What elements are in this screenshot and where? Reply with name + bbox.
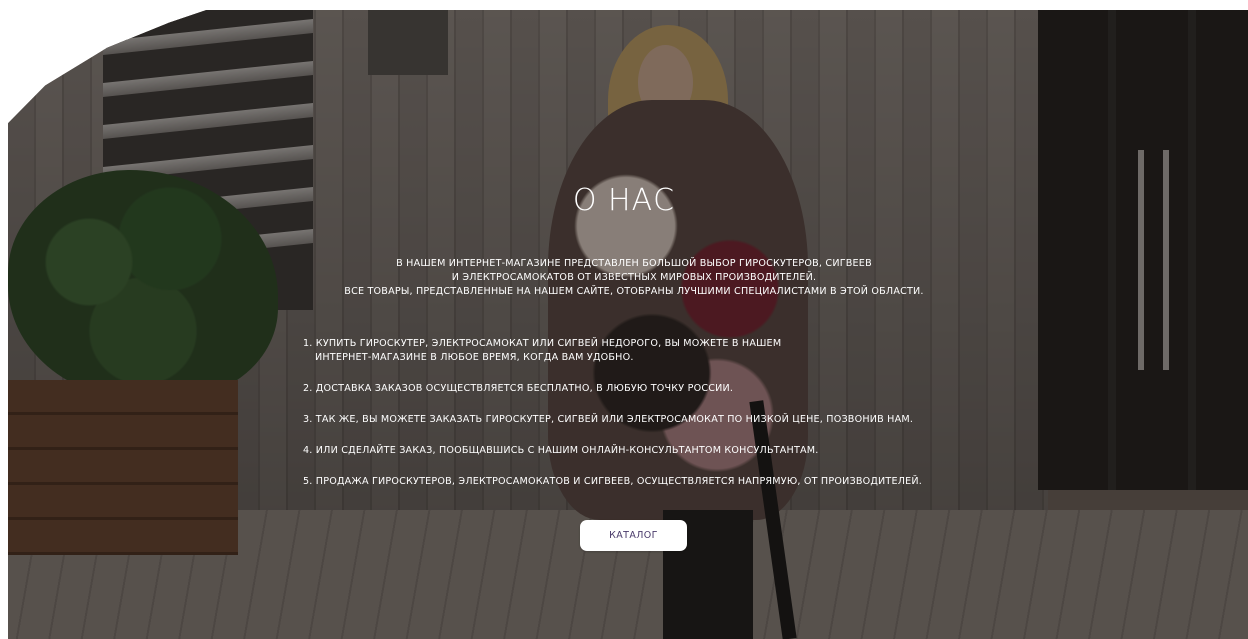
list-item: 4. ИЛИ СДЕЛАЙТЕ ЗАКАЗ, ПООБЩАВШИСЬ С НАШ… <box>303 444 983 458</box>
list-item: 2. ДОСТАВКА ЗАКАЗОВ ОСУЩЕСТВЛЯЕТСЯ БЕСПЛ… <box>303 382 983 396</box>
benefits-list: 1. КУПИТЬ ГИРОСКУТЕР, ЭЛЕКТРОСАМОКАТ ИЛИ… <box>303 337 983 506</box>
page-title: О НАС <box>572 183 676 218</box>
list-item-text: 4. ИЛИ СДЕЛАЙТЕ ЗАКАЗ, ПООБЩАВШИСЬ С НАШ… <box>303 445 819 456</box>
intro-text: В НАШЕМ ИНТЕРНЕТ-МАГАЗИНЕ ПРЕДСТАВЛЕН БО… <box>270 257 998 299</box>
about-content: О НАС В НАШЕМ ИНТЕРНЕТ-МАГАЗИНЕ ПРЕДСТАВ… <box>0 0 1248 639</box>
intro-line: ВСЕ ТОВАРЫ, ПРЕДСТАВЛЕННЫЕ НА НАШЕМ САЙТ… <box>344 286 924 297</box>
catalog-button[interactable]: КАТАЛОГ <box>580 520 687 551</box>
intro-line: И ЭЛЕКТРОСАМОКАТОВ ОТ ИЗВЕСТНЫХ МИРОВЫХ … <box>451 272 817 283</box>
list-item-text: ИНТЕРНЕТ-МАГАЗИНЕ В ЛЮБОЕ ВРЕМЯ, КОГДА В… <box>315 352 634 363</box>
list-item-text: 3. ТАК ЖЕ, ВЫ МОЖЕТЕ ЗАКАЗАТЬ ГИРОСКУТЕР… <box>303 414 914 425</box>
list-item: 1. КУПИТЬ ГИРОСКУТЕР, ЭЛЕКТРОСАМОКАТ ИЛИ… <box>303 337 983 365</box>
list-item-text: 2. ДОСТАВКА ЗАКАЗОВ ОСУЩЕСТВЛЯЕТСЯ БЕСПЛ… <box>303 383 734 394</box>
list-item: 3. ТАК ЖЕ, ВЫ МОЖЕТЕ ЗАКАЗАТЬ ГИРОСКУТЕР… <box>303 413 983 427</box>
intro-line: В НАШЕМ ИНТЕРНЕТ-МАГАЗИНЕ ПРЕДСТАВЛЕН БО… <box>396 258 872 269</box>
list-item-text: 1. КУПИТЬ ГИРОСКУТЕР, ЭЛЕКТРОСАМОКАТ ИЛИ… <box>303 338 782 349</box>
list-item: 5. ПРОДАЖА ГИРОСКУТЕРОВ, ЭЛЕКТРОСАМОКАТО… <box>303 475 983 489</box>
about-section: О НАС В НАШЕМ ИНТЕРНЕТ-МАГАЗИНЕ ПРЕДСТАВ… <box>0 0 1248 639</box>
list-item-text: 5. ПРОДАЖА ГИРОСКУТЕРОВ, ЭЛЕКТРОСАМОКАТО… <box>303 476 923 487</box>
